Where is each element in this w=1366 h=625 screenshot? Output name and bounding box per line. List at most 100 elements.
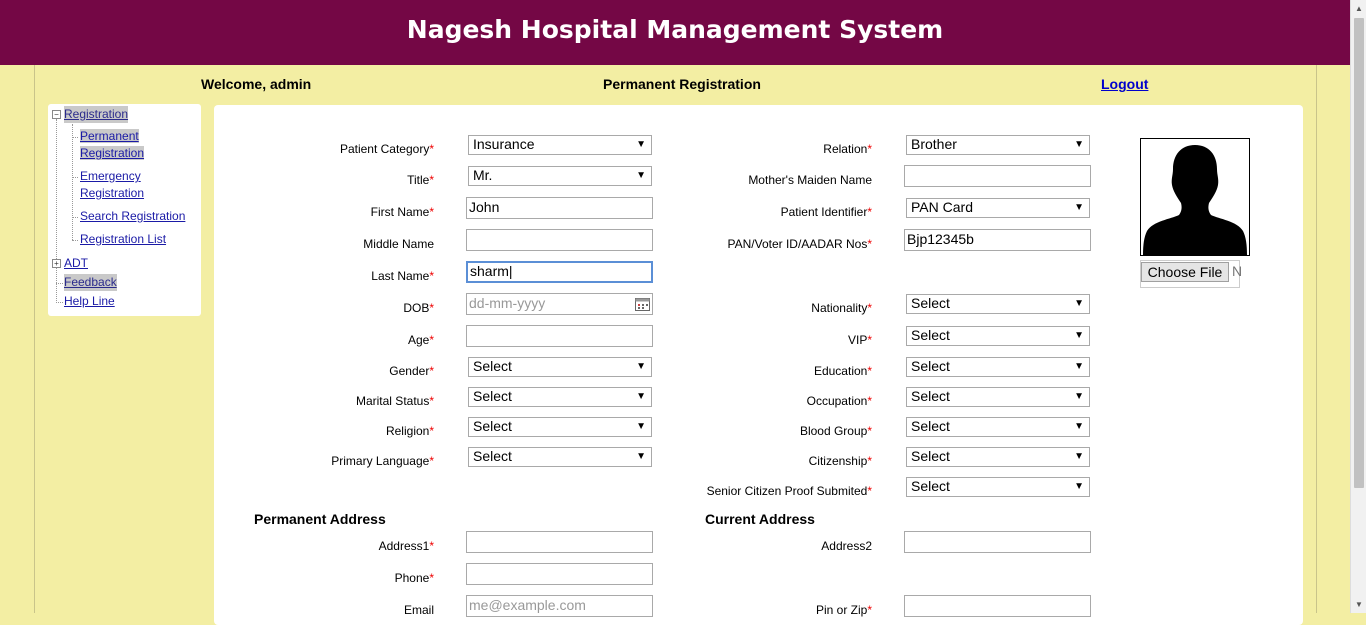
sidebar-item-label: Registration: [80, 186, 145, 200]
tree-line: [72, 240, 78, 241]
choose-file-button[interactable]: Choose File: [1141, 262, 1229, 282]
permanent-address-title: Permanent Address: [254, 511, 386, 527]
dropdown-arrow-icon: ▼: [636, 170, 646, 181]
age-label: Age*: [407, 333, 434, 347]
calendar-icon[interactable]: [635, 297, 650, 311]
sidebar-item-label: Registration: [80, 146, 145, 160]
age-input[interactable]: [466, 325, 653, 347]
email-label: Email: [403, 603, 434, 617]
last-name-input[interactable]: sharm|: [466, 261, 653, 283]
dob-label: DOB*: [403, 301, 434, 315]
scrollbar-thumb[interactable]: [1354, 18, 1364, 488]
dropdown-arrow-icon: ▼: [1074, 451, 1084, 462]
tree-line: [72, 177, 78, 178]
first-name-label: First Name*: [370, 205, 434, 219]
dropdown-arrow-icon: ▼: [1074, 391, 1084, 402]
dropdown-arrow-icon: ▼: [1074, 139, 1084, 150]
welcome-text: Welcome, admin: [201, 76, 312, 92]
sidebar-item-permanent-registration[interactable]: Permanent Registration: [80, 128, 145, 162]
marital-status-select[interactable]: Select ▼: [468, 387, 652, 407]
dropdown-arrow-icon: ▼: [1074, 298, 1084, 309]
scroll-down-icon[interactable]: ▼: [1355, 600, 1363, 609]
address1-input[interactable]: [466, 531, 653, 553]
patient-photo: [1140, 138, 1250, 256]
citizenship-select[interactable]: Select ▼: [906, 447, 1090, 467]
dropdown-arrow-icon: ▼: [1074, 421, 1084, 432]
sidebar-item-search-registration[interactable]: Search Registration: [80, 208, 185, 225]
address2-label: Address2: [821, 539, 872, 553]
dropdown-arrow-icon: ▼: [1074, 361, 1084, 372]
mothers-maiden-name-input[interactable]: [904, 165, 1091, 187]
relation-select[interactable]: Brother ▼: [906, 135, 1090, 155]
religion-label: Religion*: [385, 424, 434, 438]
title-select[interactable]: Mr. ▼: [468, 166, 652, 186]
id-nos-input[interactable]: Bjp12345b: [904, 229, 1091, 251]
dropdown-arrow-icon: ▼: [636, 139, 646, 150]
patient-identifier-label: Patient Identifier*: [780, 205, 872, 219]
nationality-select[interactable]: Select ▼: [906, 294, 1090, 314]
tree-line: [56, 283, 63, 284]
sidebar-item-adt[interactable]: ADT: [64, 255, 88, 272]
occupation-select[interactable]: Select ▼: [906, 387, 1090, 407]
blood-group-select[interactable]: Select ▼: [906, 417, 1090, 437]
primary-language-select[interactable]: Select ▼: [468, 447, 652, 467]
middle-name-label: Middle Name: [363, 237, 434, 251]
dropdown-arrow-icon: ▼: [636, 391, 646, 402]
address2-input[interactable]: [904, 531, 1091, 553]
vip-select[interactable]: Select ▼: [906, 326, 1090, 346]
patient-category-select[interactable]: Insurance ▼: [468, 135, 652, 155]
senior-citizen-proof-select[interactable]: Select ▼: [906, 477, 1090, 497]
app-title: Nagesh Hospital Management System: [406, 15, 944, 44]
tree-line: [72, 137, 78, 138]
dropdown-arrow-icon: ▼: [1074, 481, 1084, 492]
person-silhouette-icon: [1143, 145, 1247, 255]
pin-input[interactable]: [904, 595, 1091, 617]
phone-input[interactable]: [466, 563, 653, 585]
dropdown-arrow-icon: ▼: [636, 361, 646, 372]
first-name-input[interactable]: John: [466, 197, 653, 219]
address1-label: Address1*: [378, 539, 434, 553]
dob-input[interactable]: dd-mm-yyyy: [466, 293, 653, 315]
tree-line: [72, 124, 73, 240]
dropdown-arrow-icon: ▼: [636, 421, 646, 432]
email-input[interactable]: me@example.com: [466, 595, 653, 617]
scroll-up-icon[interactable]: ▲: [1355, 4, 1363, 13]
patient-identifier-select[interactable]: PAN Card ▼: [906, 198, 1090, 218]
sidebar-item-registration-list[interactable]: Registration List: [80, 231, 166, 248]
marital-status-label: Marital Status*: [355, 394, 434, 408]
senior-citizen-proof-label: Senior Citizen Proof Submited*: [706, 484, 872, 498]
no-file-text: N: [1232, 263, 1243, 279]
sidebar-item-label: Emergency: [80, 169, 141, 183]
relation-label: Relation*: [823, 142, 872, 156]
sidebar-nav: − Registration Permanent Registration Em…: [48, 104, 201, 316]
tree-line: [56, 119, 57, 303]
sidebar-item-help-line[interactable]: Help Line: [64, 293, 115, 310]
patient-category-label: Patient Category*: [339, 142, 434, 156]
gender-select[interactable]: Select ▼: [468, 357, 652, 377]
vip-label: VIP*: [847, 333, 872, 347]
vertical-scrollbar[interactable]: ▲ ▼: [1350, 0, 1366, 613]
sidebar-item-emergency-registration[interactable]: Emergency Registration: [80, 168, 144, 202]
page-title: Permanent Registration: [603, 76, 761, 92]
sidebar-item-feedback[interactable]: Feedback: [64, 274, 117, 291]
pin-label: Pin or Zip*: [815, 603, 872, 617]
sidebar-item-label: Permanent: [80, 129, 139, 143]
app-header: Nagesh Hospital Management System: [0, 0, 1350, 65]
gender-label: Gender*: [389, 364, 434, 378]
dropdown-arrow-icon: ▼: [1074, 330, 1084, 341]
phone-label: Phone*: [394, 571, 434, 585]
citizenship-label: Citizenship*: [808, 454, 872, 468]
religion-select[interactable]: Select ▼: [468, 417, 652, 437]
nationality-label: Nationality*: [811, 301, 872, 315]
logout-link[interactable]: Logout: [1101, 76, 1148, 92]
last-name-label: Last Name*: [371, 269, 434, 283]
tree-line: [72, 217, 78, 218]
collapse-icon[interactable]: −: [52, 110, 61, 119]
occupation-label: Occupation*: [806, 394, 872, 408]
sidebar-item-registration[interactable]: Registration: [64, 106, 129, 123]
blood-group-label: Blood Group*: [799, 424, 872, 438]
education-label: Education*: [813, 364, 872, 378]
middle-name-input[interactable]: [466, 229, 653, 251]
expand-icon[interactable]: +: [52, 259, 61, 268]
education-select[interactable]: Select ▼: [906, 357, 1090, 377]
